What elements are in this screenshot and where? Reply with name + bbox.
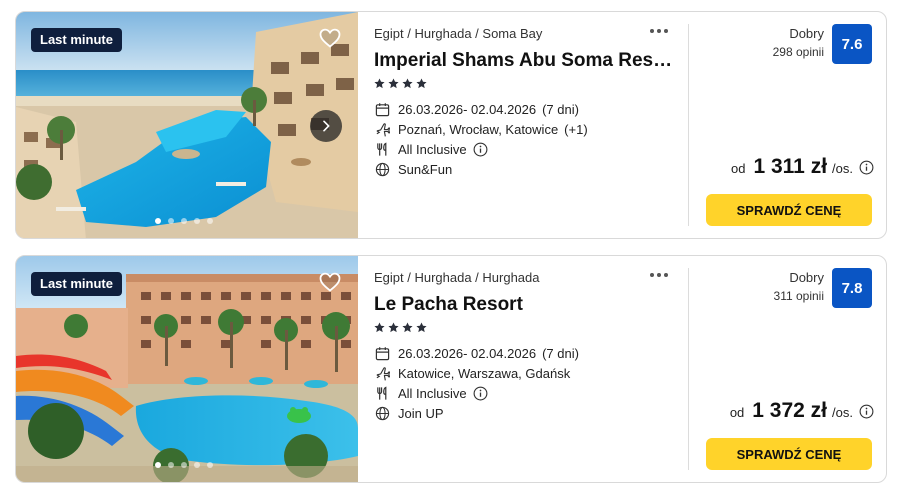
- pagination-dot[interactable]: [181, 462, 187, 468]
- pagination-dot[interactable]: [207, 218, 213, 224]
- hotel-stars: [374, 322, 427, 333]
- offer-card[interactable]: Last minute Egipt / Hurghada / Hurghada …: [15, 255, 887, 483]
- offer-pricing: Dobry 298 opinii 7.6 od 1 311 zł /os. SP…: [690, 12, 886, 238]
- price-row: od 1 311 zł /os.: [731, 155, 874, 179]
- rating-score-badge: 7.6: [832, 24, 872, 64]
- star-icon: [416, 322, 427, 333]
- rating-score-badge: 7.8: [832, 268, 872, 308]
- departure-row: Poznań, Wrocław, Katowice (+1): [374, 119, 588, 139]
- cutlery-icon: [374, 385, 390, 401]
- price-row: od 1 372 zł /os.: [730, 399, 874, 423]
- column-divider: [688, 268, 689, 470]
- hotel-name[interactable]: Le Pacha Resort: [374, 294, 674, 316]
- star-icon: [402, 78, 413, 89]
- star-icon: [416, 78, 427, 89]
- board-row: All Inclusive: [374, 139, 588, 159]
- price-per-person: /os.: [832, 161, 853, 176]
- heart-icon[interactable]: [318, 270, 342, 294]
- pagination-dot[interactable]: [194, 218, 200, 224]
- location-breadcrumb[interactable]: Egipt / Hurghada / Hurghada: [374, 270, 540, 285]
- pagination-dot[interactable]: [168, 218, 174, 224]
- calendar-icon: [374, 345, 390, 361]
- star-icon: [402, 322, 413, 333]
- hotel-photo[interactable]: Last minute: [16, 12, 358, 238]
- check-price-button[interactable]: SPRAWDŹ CENĘ: [706, 194, 872, 226]
- photo-pagination: [155, 462, 213, 468]
- hotel-photo[interactable]: Last minute: [16, 256, 358, 482]
- star-icon: [374, 322, 385, 333]
- travel-dates: 26.03.2026- 02.04.2026: [398, 345, 537, 361]
- offer-facts: 26.03.2026- 02.04.2026 (7 dni) Katowice,…: [374, 343, 579, 423]
- column-divider: [688, 24, 689, 226]
- offer-card[interactable]: Last minute Egipt / Hurghada / Soma Bay …: [15, 11, 887, 239]
- pagination-dot[interactable]: [155, 462, 161, 468]
- price-per-person: /os.: [832, 405, 853, 420]
- program-name: Sun&Fun: [398, 161, 453, 177]
- more-options-button[interactable]: [650, 265, 672, 285]
- dates-row: 26.03.2026- 02.04.2026 (7 dni): [374, 99, 588, 119]
- globe-icon: [374, 161, 390, 177]
- chevron-right-icon: [323, 120, 330, 132]
- star-icon: [388, 322, 399, 333]
- program-name: Join UP: [398, 405, 444, 421]
- info-icon[interactable]: [859, 160, 874, 175]
- departure-airports: Poznań, Wrocław, Katowice: [398, 121, 559, 137]
- hotel-stars: [374, 78, 427, 89]
- more-options-button[interactable]: [650, 21, 672, 41]
- plane-icon: [374, 121, 390, 137]
- more-airports-count[interactable]: (+1): [564, 122, 587, 137]
- check-price-button[interactable]: SPRAWDŹ CENĘ: [706, 438, 872, 470]
- travel-dates: 26.03.2026- 02.04.2026: [398, 101, 537, 117]
- location-breadcrumb[interactable]: Egipt / Hurghada / Soma Bay: [374, 26, 542, 41]
- hotel-name[interactable]: Imperial Shams Abu Soma Resort: [374, 50, 674, 72]
- info-icon[interactable]: [473, 142, 488, 157]
- pagination-dot[interactable]: [168, 462, 174, 468]
- calendar-icon: [374, 101, 390, 117]
- board-type: All Inclusive: [398, 141, 467, 157]
- plane-icon: [374, 365, 390, 381]
- info-icon[interactable]: [473, 386, 488, 401]
- heart-icon[interactable]: [318, 26, 342, 50]
- globe-icon: [374, 405, 390, 421]
- dates-row: 26.03.2026- 02.04.2026 (7 dni): [374, 343, 579, 363]
- price-prefix: od: [731, 161, 746, 176]
- offer-facts: 26.03.2026- 02.04.2026 (7 dni) Poznań, W…: [374, 99, 588, 179]
- last-minute-badge: Last minute: [31, 272, 122, 296]
- reviews-count[interactable]: 311 opinii: [774, 289, 824, 303]
- star-icon: [374, 78, 385, 89]
- reviews-count[interactable]: 298 opinii: [773, 45, 824, 59]
- pagination-dot[interactable]: [207, 462, 213, 468]
- offer-details: Egipt / Hurghada / Soma Bay Imperial Sha…: [374, 12, 689, 238]
- rating-label: Dobry: [789, 270, 824, 285]
- rating-label: Dobry: [789, 26, 824, 41]
- trip-duration: (7 dni): [542, 101, 579, 117]
- next-photo-button[interactable]: [310, 110, 342, 142]
- trip-duration: (7 dni): [542, 345, 579, 361]
- program-row: Sun&Fun: [374, 159, 588, 179]
- photo-pagination: [155, 218, 213, 224]
- offer-pricing: Dobry 311 opinii 7.8 od 1 372 zł /os. SP…: [690, 256, 886, 482]
- price-value: 1 372 zł: [752, 399, 828, 422]
- star-icon: [388, 78, 399, 89]
- board-row: All Inclusive: [374, 383, 579, 403]
- board-type: All Inclusive: [398, 385, 467, 401]
- departure-row: Katowice, Warszawa, Gdańsk: [374, 363, 579, 383]
- cutlery-icon: [374, 141, 390, 157]
- offer-details: Egipt / Hurghada / Hurghada Le Pacha Res…: [374, 256, 689, 482]
- pagination-dot[interactable]: [181, 218, 187, 224]
- price-value: 1 311 zł: [753, 155, 828, 178]
- pagination-dot[interactable]: [194, 462, 200, 468]
- departure-airports: Katowice, Warszawa, Gdańsk: [398, 365, 571, 381]
- info-icon[interactable]: [859, 404, 874, 419]
- last-minute-badge: Last minute: [31, 28, 122, 52]
- pagination-dot[interactable]: [155, 218, 161, 224]
- program-row: Join UP: [374, 403, 579, 423]
- price-prefix: od: [729, 405, 745, 420]
